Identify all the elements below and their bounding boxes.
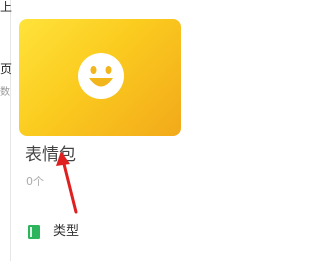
type-label: 类型 — [53, 224, 80, 239]
left-sidebar-strip: 上 页 数 — [0, 0, 12, 261]
page: 上 页 数 表情包 0个 类型 — [0, 0, 329, 261]
sidebar-cut-text: 上 — [0, 0, 12, 14]
green-book-icon — [28, 225, 40, 239]
sidebar-cut-text: 页 — [0, 62, 12, 76]
sidebar-cut-text: 数 — [0, 87, 10, 98]
card-title[interactable]: 表情包 — [25, 144, 76, 166]
smiley-face-icon — [78, 53, 124, 99]
item-count: 0个 — [26, 175, 44, 188]
sticker-album-card[interactable] — [19, 19, 181, 136]
